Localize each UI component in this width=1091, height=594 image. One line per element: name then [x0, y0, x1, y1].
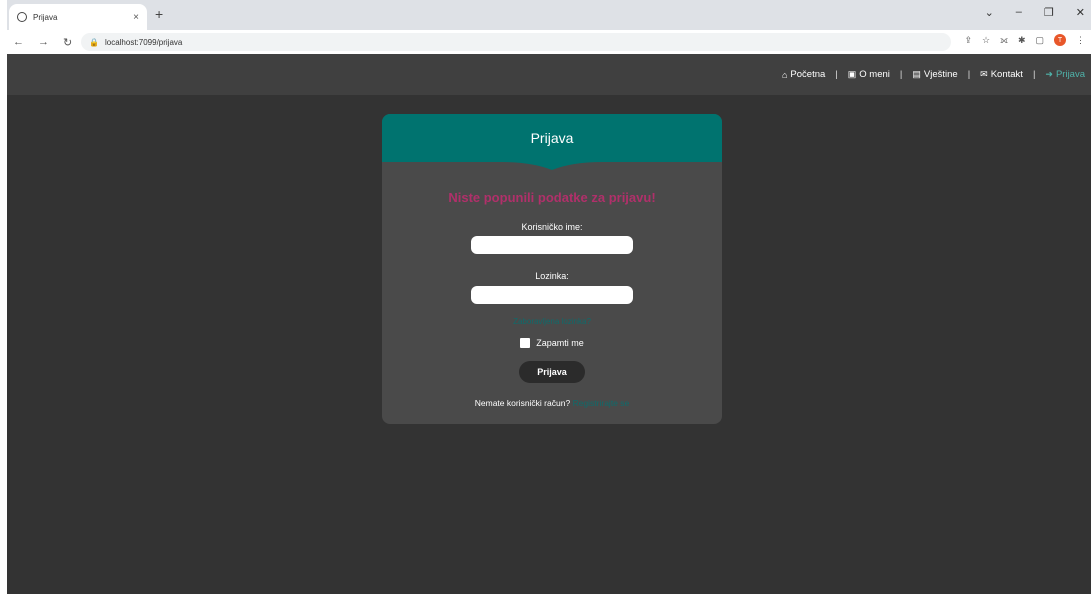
nav-separator: |: [967, 69, 971, 80]
new-tab-button[interactable]: +: [155, 6, 163, 22]
minimize-button[interactable]: –: [1016, 6, 1022, 19]
nav-label: Kontakt: [990, 69, 1023, 80]
profile-avatar[interactable]: T: [1054, 34, 1066, 46]
login-button[interactable]: Prijava: [519, 361, 585, 383]
signup-text: Nemate korisnički račun?: [474, 398, 571, 408]
sidepanel-icon[interactable]: ▢: [1035, 35, 1044, 46]
username-input[interactable]: [471, 236, 633, 254]
book-icon: ▤: [912, 69, 921, 79]
browser-toolbar: ← → ↻ 🔒 localhost:7099/prijava ⇪ ☆ ⟗ ✱ ▢…: [7, 30, 1091, 54]
extension-icon[interactable]: ⟗: [1000, 35, 1008, 46]
nav-label: Vještine: [923, 69, 958, 80]
close-tab-icon[interactable]: ×: [133, 12, 139, 23]
login-card: Prijava Niste popunili podatke za prijav…: [382, 114, 722, 424]
nav-label: O meni: [859, 69, 890, 80]
nav-buttons: ← → ↻: [7, 36, 81, 49]
puzzle-icon[interactable]: ✱: [1018, 35, 1026, 46]
url-text: localhost:7099/prijava: [104, 37, 183, 47]
id-card-icon: ▣: [847, 69, 857, 79]
lock-icon: 🔒: [89, 37, 99, 47]
tab-search-icon[interactable]: ⌄: [985, 6, 994, 19]
remember-me[interactable]: Zapamti me: [382, 338, 722, 348]
globe-icon: [17, 12, 27, 22]
restore-button[interactable]: ❐: [1044, 6, 1054, 19]
nav-item-o-meni[interactable]: ▣ O meni: [848, 69, 890, 80]
nav-separator: |: [899, 69, 903, 80]
forgot-password-link[interactable]: Zaboravljena lozinka?: [382, 317, 722, 326]
remember-checkbox[interactable]: [520, 338, 531, 348]
password-input[interactable]: [471, 286, 633, 304]
reload-icon[interactable]: ↻: [63, 36, 72, 49]
signup-link[interactable]: Registrirajte se: [573, 398, 630, 408]
password-label: Lozinka:: [535, 271, 569, 281]
envelope-icon: ✉: [980, 69, 988, 79]
browser-tab[interactable]: Prijava ×: [9, 4, 147, 30]
nav-separator: |: [1032, 69, 1036, 80]
card-title: Prijava: [530, 130, 574, 146]
nav-label: Prijava: [1055, 69, 1085, 80]
page-content: ⌂ Početna | ▣ O meni | ▤ Vještine | ✉ Ko…: [7, 54, 1091, 594]
share-icon[interactable]: ⇪: [964, 35, 972, 46]
username-label: Korisničko ime:: [521, 222, 583, 232]
browser-window: Prijava × + ⌄ – ❐ ✕ ← → ↻ 🔒 localhost:70…: [7, 0, 1091, 594]
nav-separator: |: [835, 69, 838, 80]
signup-row: Nemate korisnički račun? Registrirajte s…: [382, 398, 722, 408]
forward-icon[interactable]: →: [38, 36, 49, 49]
nav-item-prijava[interactable]: ➜ Prijava: [1045, 69, 1085, 80]
back-icon[interactable]: ←: [13, 36, 24, 49]
nav-item-kontakt[interactable]: ✉ Kontakt: [980, 69, 1023, 80]
address-bar[interactable]: 🔒 localhost:7099/prijava: [81, 33, 951, 51]
tab-title: Prijava: [33, 12, 58, 22]
menu-icon[interactable]: ⋮: [1076, 35, 1085, 46]
nav-label: Početna: [790, 69, 826, 80]
card-header: Prijava: [382, 114, 722, 170]
nav-item-vjestine[interactable]: ▤ Vještine: [912, 69, 957, 80]
star-icon[interactable]: ☆: [982, 35, 990, 46]
extensions-area: ⇪ ☆ ⟗ ✱ ▢ T ⋮: [964, 34, 1085, 46]
tab-strip: Prijava × + ⌄ – ❐ ✕: [7, 0, 1091, 30]
window-controls: ⌄ – ❐ ✕: [985, 6, 1085, 19]
close-window-button[interactable]: ✕: [1076, 6, 1085, 19]
remember-label: Zapamti me: [536, 338, 584, 348]
nav-item-pocetna[interactable]: ⌂ Početna: [782, 69, 825, 80]
error-message: Niste popunili podatke za prijavu!: [448, 190, 656, 205]
sign-in-icon: ➜: [1045, 69, 1053, 79]
home-icon: ⌂: [781, 69, 788, 80]
site-navbar: ⌂ Početna | ▣ O meni | ▤ Vještine | ✉ Ko…: [7, 54, 1091, 95]
